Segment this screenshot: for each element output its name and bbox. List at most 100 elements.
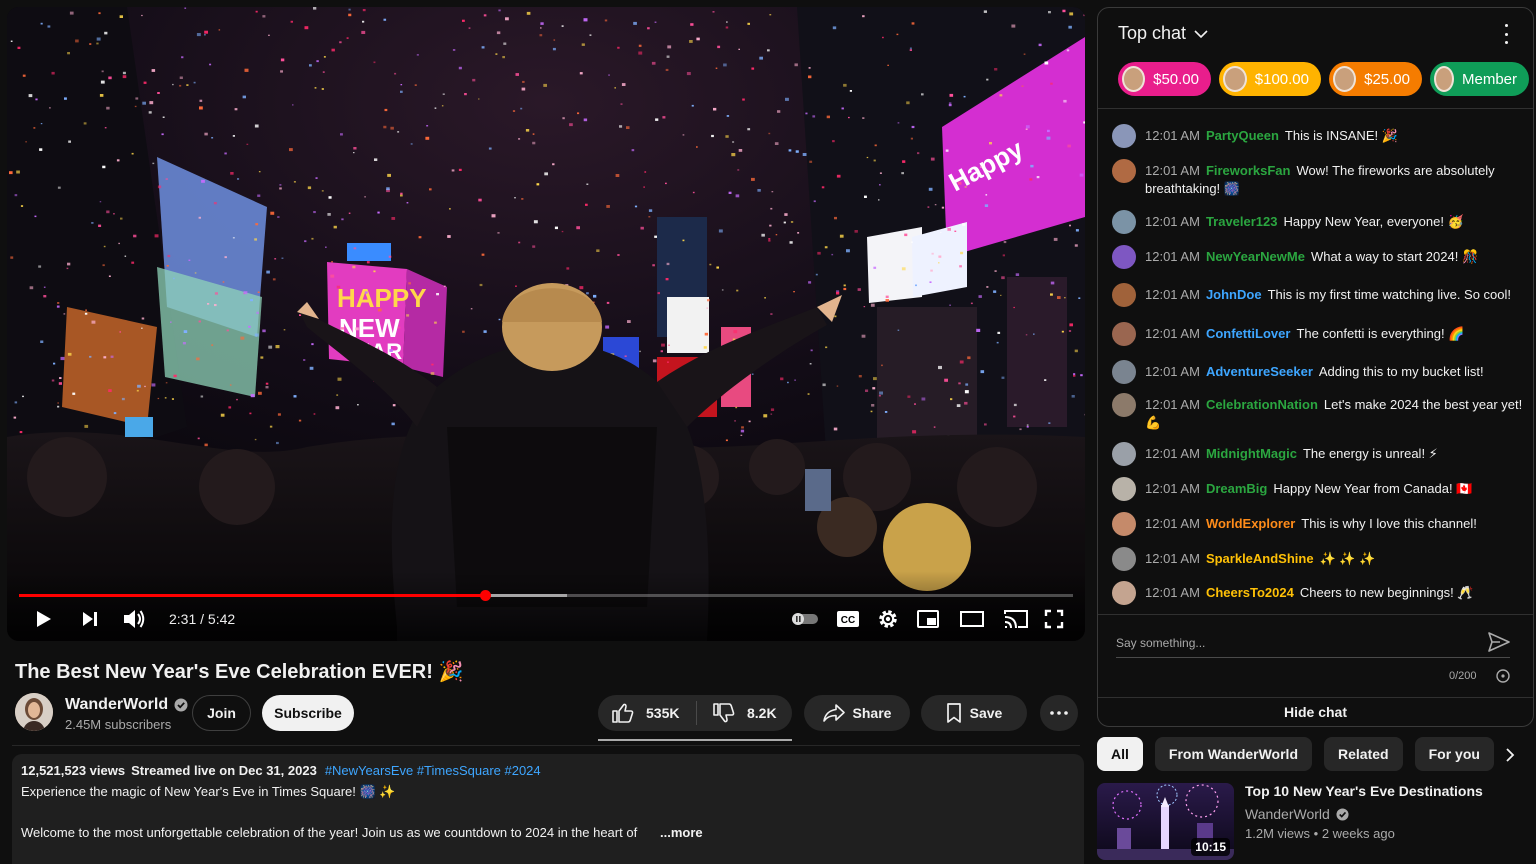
miniplayer-button[interactable] bbox=[913, 605, 943, 633]
channel-avatar[interactable] bbox=[15, 693, 53, 731]
gear-icon bbox=[879, 610, 897, 628]
chat-message-text: Happy New Year from Canada! 🇨🇦 bbox=[1273, 481, 1473, 496]
filter-chip[interactable]: For you bbox=[1414, 737, 1494, 771]
volume-button[interactable] bbox=[119, 605, 149, 633]
char-counter: 0/200 bbox=[1449, 670, 1477, 682]
thumbs-down-icon bbox=[713, 703, 735, 723]
autoplay-toggle-icon bbox=[792, 613, 818, 625]
chat-author-avatar[interactable] bbox=[1112, 393, 1136, 417]
chat-author-avatar[interactable] bbox=[1112, 512, 1136, 536]
chat-author-avatar[interactable] bbox=[1112, 245, 1136, 269]
chat-author-name[interactable]: CelebrationNation bbox=[1206, 397, 1318, 412]
super-chat-ticker[interactable]: $25.00 bbox=[1329, 62, 1422, 96]
chat-message-content: 12:01 AM CheersTo2024 Cheers to new beginn… bbox=[1145, 584, 1523, 602]
progress-bar[interactable] bbox=[19, 590, 1073, 601]
chat-message-content: 12:01 AM FireworksFan Wow! The fireworks a… bbox=[1145, 162, 1523, 198]
scrubber-handle[interactable] bbox=[479, 590, 491, 601]
super-chat-ticker[interactable]: $100.00 bbox=[1219, 62, 1321, 96]
video-title: The Best New Year's Eve Celebration EVER… bbox=[15, 661, 464, 683]
chat-timestamp: 12:01 AM bbox=[1145, 214, 1200, 229]
settings-button[interactable] bbox=[873, 605, 903, 633]
chat-author-name[interactable]: Traveler123 bbox=[1206, 214, 1278, 229]
hashtags[interactable]: #NewYearsEve #TimesSquare #2024 bbox=[325, 763, 541, 778]
chat-author-name[interactable]: PartyQueen bbox=[1206, 128, 1279, 143]
autoplay-toggle[interactable] bbox=[789, 605, 821, 633]
filter-chip[interactable]: Related bbox=[1324, 737, 1403, 771]
chat-message-text: Adding this to my bucket list! bbox=[1318, 364, 1484, 379]
chat-author-name[interactable]: MidnightMagic bbox=[1206, 446, 1297, 461]
chat-author-name[interactable]: JohnDoe bbox=[1206, 287, 1262, 302]
chat-author-name[interactable]: DreamBig bbox=[1206, 481, 1267, 496]
chat-author-name[interactable]: AdventureSeeker bbox=[1206, 364, 1313, 379]
filter-chip[interactable]: All bbox=[1097, 737, 1143, 771]
chat-author-name[interactable]: FireworksFan bbox=[1206, 163, 1291, 178]
more-actions-button[interactable] bbox=[1040, 695, 1078, 731]
share-button[interactable]: Share bbox=[804, 695, 910, 731]
chat-author-avatar[interactable] bbox=[1112, 283, 1136, 307]
filter-chip[interactable]: From WanderWorld bbox=[1154, 737, 1313, 771]
chat-author-avatar[interactable] bbox=[1112, 322, 1136, 346]
channel-name-row[interactable]: WanderWorld bbox=[65, 696, 188, 714]
chat-author-avatar[interactable] bbox=[1112, 360, 1136, 384]
theater-mode-button[interactable] bbox=[955, 605, 989, 633]
chat-mode-dropdown[interactable]: Top chat bbox=[1118, 23, 1208, 44]
related-video-thumbnail[interactable]: 10:15 bbox=[1097, 783, 1234, 860]
next-button[interactable] bbox=[75, 605, 105, 633]
related-video-title[interactable]: Top 10 New Year's Eve Destinations bbox=[1245, 783, 1483, 799]
fullscreen-icon bbox=[1044, 609, 1064, 629]
chat-author-name[interactable]: SparkleAndShine bbox=[1206, 551, 1314, 566]
dollar-circle-icon bbox=[1496, 669, 1510, 683]
chips-next-button[interactable] bbox=[1492, 737, 1528, 773]
like-button[interactable]: 535K bbox=[598, 695, 696, 731]
chat-author-avatar[interactable] bbox=[1112, 477, 1136, 501]
dislike-button[interactable]: 8.2K bbox=[697, 695, 777, 731]
subscribe-button[interactable]: Subscribe bbox=[262, 695, 354, 731]
chevron-right-icon bbox=[1506, 748, 1515, 762]
cast-button[interactable] bbox=[999, 605, 1033, 633]
chat-author-avatar[interactable] bbox=[1112, 547, 1136, 571]
svg-text:CC: CC bbox=[841, 615, 855, 626]
chat-message-content: 12:01 AM DreamBig Happy New Year from Cana… bbox=[1145, 480, 1523, 498]
send-button[interactable] bbox=[1488, 632, 1510, 657]
hide-chat-button[interactable]: Hide chat bbox=[1098, 704, 1533, 720]
related-channel-name[interactable]: WanderWorld bbox=[1245, 806, 1330, 822]
chat-author-name[interactable]: CheersTo2024 bbox=[1206, 585, 1294, 600]
channel-avatar-image bbox=[15, 693, 53, 731]
save-button[interactable]: Save bbox=[921, 695, 1027, 731]
chat-author-name[interactable]: WorldExplorer bbox=[1206, 516, 1295, 531]
chat-timestamp: 12:01 AM bbox=[1145, 163, 1200, 178]
verified-icon bbox=[174, 698, 188, 712]
join-button[interactable]: Join bbox=[192, 695, 251, 731]
chat-menu-button[interactable] bbox=[1503, 24, 1509, 44]
chat-author-name[interactable]: NewYearNewMe bbox=[1206, 249, 1305, 264]
miniplayer-icon bbox=[917, 610, 939, 628]
channel-name[interactable]: WanderWorld bbox=[65, 696, 168, 714]
description-line-2: Welcome to the most unforgettable celebr… bbox=[21, 825, 638, 840]
video-player[interactable]: HAPPY NEW YEAR Coca-Cola Happy bbox=[7, 7, 1085, 641]
video-frame[interactable]: HAPPY NEW YEAR Coca-Cola Happy bbox=[7, 7, 1085, 641]
chat-author-avatar[interactable] bbox=[1112, 124, 1136, 148]
show-more-link[interactable]: ...more bbox=[660, 825, 703, 840]
chat-timestamp: 12:01 AM bbox=[1145, 128, 1200, 143]
chat-author-avatar[interactable] bbox=[1112, 581, 1136, 605]
related-channel-row[interactable]: WanderWorld bbox=[1245, 806, 1349, 822]
chat-input[interactable]: Say something... bbox=[1116, 636, 1205, 650]
divider bbox=[12, 745, 1080, 746]
super-chat-button[interactable] bbox=[1496, 669, 1510, 688]
like-underline bbox=[598, 739, 792, 741]
description-box[interactable]: 12,521,523 views Streamed live on Dec 31… bbox=[12, 754, 1084, 864]
super-chat-ticker[interactable]: Member bbox=[1430, 62, 1529, 96]
chat-author-name[interactable]: ConfettiLover bbox=[1206, 326, 1291, 341]
chat-input-underline bbox=[1116, 657, 1510, 658]
super-chat-ticker[interactable]: $50.00 bbox=[1118, 62, 1211, 96]
chat-timestamp: 12:01 AM bbox=[1145, 446, 1200, 461]
fullscreen-button[interactable] bbox=[1039, 605, 1069, 633]
chat-author-avatar[interactable] bbox=[1112, 442, 1136, 466]
chat-message-text: The confetti is everything! 🌈 bbox=[1296, 326, 1465, 341]
chat-author-avatar[interactable] bbox=[1112, 210, 1136, 234]
chat-message-content: 12:01 AM SparkleAndShine ✨ ✨ ✨ bbox=[1145, 550, 1523, 568]
play-button[interactable] bbox=[29, 605, 57, 633]
view-count: 12,521,523 views bbox=[21, 763, 126, 778]
chat-author-avatar[interactable] bbox=[1112, 159, 1136, 183]
captions-button[interactable]: CC bbox=[833, 605, 863, 633]
